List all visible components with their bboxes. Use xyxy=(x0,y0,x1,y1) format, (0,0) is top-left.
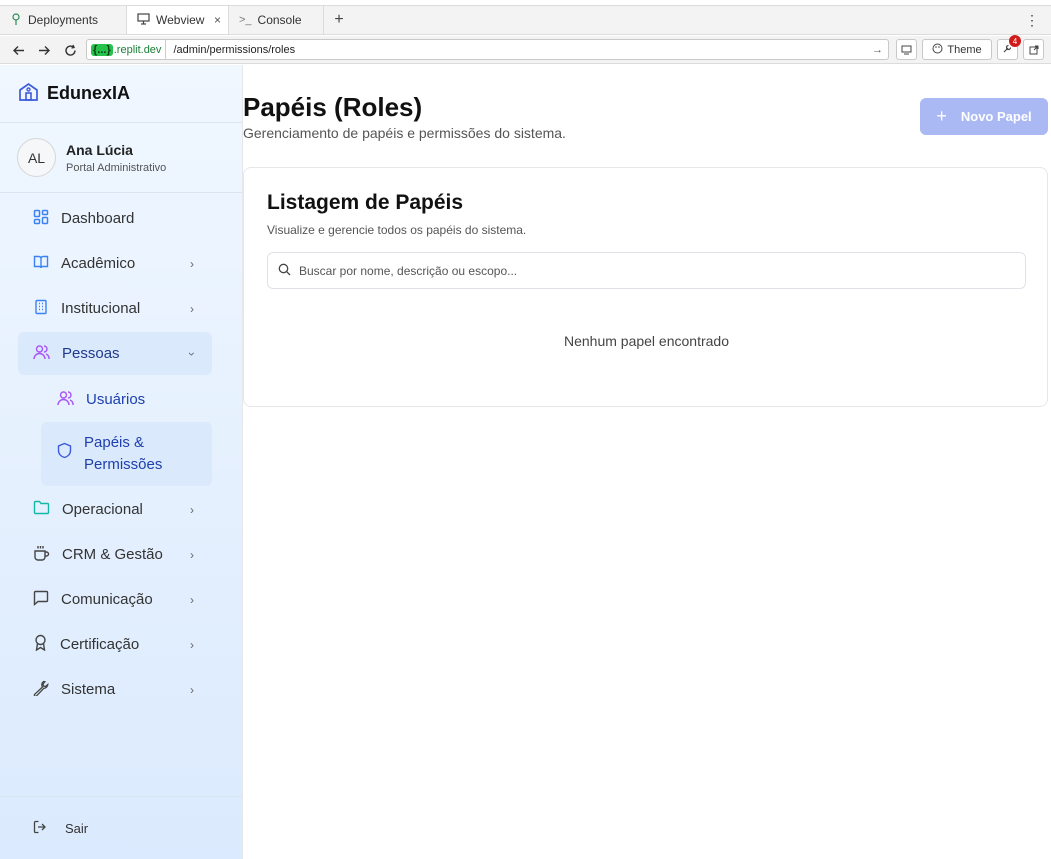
award-icon xyxy=(33,634,48,655)
card-subtitle: Visualize e gerencie todos os papéis do … xyxy=(267,223,527,237)
sidebar-nav: Dashboard Acadêmico › Institucional › Pe… xyxy=(18,197,212,713)
theme-button[interactable]: Theme xyxy=(922,39,992,60)
sidebar-item-label: Institucional xyxy=(61,300,141,317)
tree-icon xyxy=(10,12,22,28)
sidebar-item-crm-gestao[interactable]: CRM & Gestão › xyxy=(18,533,212,576)
chevron-right-icon: › xyxy=(190,301,194,316)
tab-label: Webview xyxy=(156,13,205,27)
url-host-pill: {...} xyxy=(91,43,113,56)
terminal-icon: >_ xyxy=(239,14,252,26)
logout-label: Sair xyxy=(65,820,89,836)
folder-icon xyxy=(33,500,50,519)
sidebar-item-dashboard[interactable]: Dashboard xyxy=(18,197,212,240)
tab-deployments[interactable]: Deployments xyxy=(0,6,127,34)
logout-button[interactable]: Sair xyxy=(0,796,242,859)
page-title: Papéis (Roles) xyxy=(243,92,423,122)
sidebar-item-label: Comunicação xyxy=(61,591,153,608)
search-icon xyxy=(278,263,291,279)
roles-card: Listagem de Papéis Visualize e gerencie … xyxy=(243,167,1048,407)
chevron-right-icon: › xyxy=(190,502,194,517)
browser-tab-bar: Deployments Webview × >_ Console + ⋮ xyxy=(0,5,1051,35)
tab-console[interactable]: >_ Console xyxy=(229,6,324,34)
sidebar-subitem-papeis-permissoes[interactable]: Papéis & Permissões xyxy=(41,422,212,486)
sidebar-item-label: Acadêmico xyxy=(61,255,136,272)
main-content: Papéis (Roles) Gerenciamento de papéis e… xyxy=(243,65,1051,859)
devices-button[interactable] xyxy=(896,39,917,60)
user-role: Portal Administrativo xyxy=(66,161,167,174)
user-profile[interactable]: AL Ana Lúcia Portal Administrativo xyxy=(0,123,242,193)
search-placeholder: Buscar por nome, descrição ou escopo... xyxy=(299,263,518,278)
tab-webview[interactable]: Webview × xyxy=(127,6,229,34)
sidebar-item-institucional[interactable]: Institucional › xyxy=(18,287,212,330)
new-role-label: Novo Papel xyxy=(960,109,1032,124)
chevron-right-icon: › xyxy=(190,637,194,652)
sidebar-item-label: Sistema xyxy=(61,681,116,698)
tools-button[interactable]: 4 xyxy=(997,35,1021,60)
open-external-button[interactable] xyxy=(1023,39,1044,60)
sidebar-item-label: Dashboard xyxy=(61,210,135,227)
new-role-button[interactable]: + Novo Papel xyxy=(920,98,1048,135)
sidebar-item-comunicacao[interactable]: Comunicação › xyxy=(18,578,212,621)
chevron-right-icon: › xyxy=(190,256,194,271)
chevron-right-icon: › xyxy=(190,592,194,607)
go-arrow-icon[interactable]: → xyxy=(872,44,883,56)
tab-label: Deployments xyxy=(28,13,99,27)
tab-label: Console xyxy=(257,13,302,27)
reload-icon[interactable] xyxy=(57,37,83,63)
card-title: Listagem de Papéis xyxy=(267,191,464,214)
school-icon xyxy=(18,81,39,107)
url-field[interactable]: {...} .replit.dev /admin/permissions/rol… xyxy=(86,39,889,60)
add-tab-button[interactable]: + xyxy=(324,6,354,34)
url-path: /admin/permissions/roles xyxy=(173,43,296,56)
palette-icon xyxy=(932,43,943,57)
empty-state: Nenhum papel encontrado xyxy=(563,333,729,349)
address-bar: {...} .replit.dev /admin/permissions/rol… xyxy=(0,35,1051,64)
label-line-1: Papéis & xyxy=(84,434,145,451)
sidebar-item-sistema[interactable]: Sistema › xyxy=(18,668,212,711)
url-host: {...} .replit.dev xyxy=(87,40,167,59)
logout-icon xyxy=(33,820,47,837)
avatar: AL xyxy=(17,138,56,177)
sidebar-item-certificacao[interactable]: Certificação › xyxy=(18,623,212,666)
book-icon xyxy=(33,254,49,274)
sidebar-subitem-label: Papéis & Permissões xyxy=(84,432,162,476)
sidebar-item-label: Certificação xyxy=(60,636,140,653)
wrench-icon xyxy=(33,680,49,700)
chevron-right-icon: › xyxy=(190,682,194,697)
coffee-icon xyxy=(33,545,50,565)
sidebar: EdunexIA AL Ana Lúcia Portal Administrat… xyxy=(0,65,243,859)
sidebar-subitem-label: Usuários xyxy=(86,391,146,408)
back-icon[interactable] xyxy=(5,37,31,63)
label-line-2: Permissões xyxy=(84,456,163,473)
forward-icon[interactable] xyxy=(31,37,57,63)
message-icon xyxy=(33,590,49,610)
users-icon xyxy=(57,390,74,410)
chevron-right-icon: › xyxy=(190,547,194,562)
theme-label: Theme xyxy=(947,43,982,56)
sidebar-item-academico[interactable]: Acadêmico › xyxy=(18,242,212,285)
users-icon xyxy=(33,344,50,364)
sidebar-item-operacional[interactable]: Operacional › xyxy=(18,488,212,531)
chevron-down-icon: › xyxy=(185,351,199,356)
more-menu-icon[interactable]: ⋮ xyxy=(1025,12,1039,29)
user-name: Ana Lúcia xyxy=(66,141,133,158)
building-icon xyxy=(33,299,49,319)
monitor-icon xyxy=(137,12,150,28)
search-input[interactable]: Buscar por nome, descrição ou escopo... xyxy=(267,252,1026,289)
shield-icon xyxy=(57,442,72,466)
dashboard-icon xyxy=(33,209,49,229)
sidebar-item-label: CRM & Gestão xyxy=(62,546,163,563)
notification-badge: 4 xyxy=(1009,35,1021,47)
sidebar-subitem-usuarios[interactable]: Usuários xyxy=(41,377,212,422)
sidebar-item-pessoas[interactable]: Pessoas › xyxy=(18,332,212,375)
brand[interactable]: EdunexIA xyxy=(0,65,242,123)
sidebar-item-label: Operacional xyxy=(62,501,143,518)
plus-icon: + xyxy=(936,106,947,126)
brand-name: EdunexIA xyxy=(47,83,131,103)
page-subtitle: Gerenciamento de papéis e permissões do … xyxy=(243,125,566,141)
sidebar-item-label: Pessoas xyxy=(62,345,120,362)
url-host-text: .replit.dev xyxy=(113,43,162,56)
close-icon[interactable]: × xyxy=(214,13,221,27)
